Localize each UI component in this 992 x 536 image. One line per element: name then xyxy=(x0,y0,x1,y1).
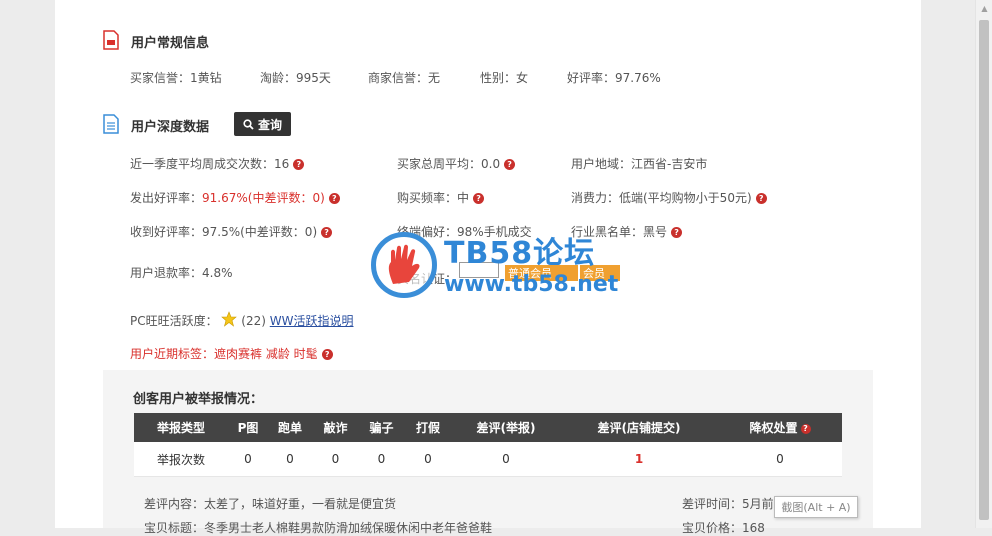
help-icon[interactable]: ? xyxy=(671,227,683,238)
header-cell: 降权处置? xyxy=(718,413,842,442)
help-icon[interactable]: ? xyxy=(293,159,305,170)
ww-activity-link[interactable]: WW活跃指说明 xyxy=(270,314,354,328)
help-icon[interactable]: ? xyxy=(755,193,767,204)
purchase-frequency: 购买频率：中? xyxy=(397,189,485,206)
scroll-up-icon[interactable]: ▲ xyxy=(976,0,992,16)
review-content: 差评内容：太差了，味道好重，一看就是便宜货 xyxy=(144,497,397,511)
table-row: 举报次数 0 0 0 0 0 0 1 0 xyxy=(134,442,842,477)
seller-credit: 商家信誉：无 xyxy=(368,71,441,85)
header-cell: P图 xyxy=(228,413,268,442)
header-cell: 差评(店铺提交) xyxy=(560,413,718,442)
header-cell: 跑单 xyxy=(268,413,312,442)
table-cell: 0 xyxy=(404,442,452,477)
document-blue-icon xyxy=(103,114,119,134)
table-cell: 0 xyxy=(312,442,359,477)
header-cell: 举报类型 xyxy=(134,413,228,442)
help-icon[interactable]: ? xyxy=(328,193,340,204)
query-button[interactable]: 查询 xyxy=(234,112,291,136)
header-cell: 打假 xyxy=(404,413,452,442)
screenshot-tooltip: 截图(Alt + A) xyxy=(774,496,858,518)
buyer-weekly-avg: 买家总周平均：0.0? xyxy=(397,155,516,172)
pc-wangwang-activity: PC旺旺活跃度： (22) WW活跃指说明 xyxy=(130,311,353,329)
report-header-row: 举报类型 P图 跑单 敲诈 骗子 打假 差评(举报) 差评(店铺提交) 降权处置… xyxy=(134,413,842,442)
help-icon[interactable]: ? xyxy=(321,227,333,238)
help-icon[interactable]: ? xyxy=(504,159,516,170)
watermark-title: TB58论坛 xyxy=(444,236,596,271)
refund-rate: 用户退款率：4.8% xyxy=(130,266,233,280)
watermark-url: www.tb58.net xyxy=(444,272,619,297)
report-table: 举报类型 P图 跑单 敲诈 骗子 打假 差评(举报) 差评(店铺提交) 降权处置… xyxy=(134,413,842,477)
user-region: 用户地域：江西省-吉安市 xyxy=(571,157,708,171)
search-icon xyxy=(243,118,254,130)
help-icon[interactable]: ? xyxy=(473,193,485,204)
table-cell: 1 xyxy=(560,442,718,477)
table-cell: 0 xyxy=(228,442,268,477)
scroll-thumb[interactable] xyxy=(979,20,989,520)
header-cell: 差评(举报) xyxy=(452,413,560,442)
table-cell: 0 xyxy=(268,442,312,477)
user-tags: 用户近期标签：遮肉赛裤 减龄 时髦? xyxy=(130,345,333,362)
gender: 性别：女 xyxy=(480,71,529,85)
header-cell: 骗子 xyxy=(359,413,404,442)
help-icon[interactable]: ? xyxy=(321,349,333,360)
hand-icon xyxy=(388,244,420,284)
taobao-age: 淘龄：995天 xyxy=(260,71,331,85)
report-title: 创客用户被举报情况： xyxy=(133,392,264,407)
deep-data-title: 用户深度数据 xyxy=(131,120,210,135)
help-icon[interactable]: ? xyxy=(800,424,811,434)
review-time: 差评时间：5月前 xyxy=(682,497,774,511)
header-cell: 敲诈 xyxy=(312,413,359,442)
buyer-credit: 买家信誉：1黄钻 xyxy=(130,71,222,85)
general-info-title: 用户常规信息 xyxy=(131,36,210,51)
document-red-icon xyxy=(103,30,119,50)
table-cell: 0 xyxy=(718,442,842,477)
star-icon xyxy=(221,311,238,327)
table-cell: 0 xyxy=(359,442,404,477)
table-cell: 举报次数 xyxy=(134,442,228,477)
weekly-trades: 近一季度平均周成交次数：16? xyxy=(130,155,305,172)
spending-power: 消费力：低端(平均购物小于50元)? xyxy=(571,189,767,206)
positive-rate: 好评率：97.76% xyxy=(567,71,661,85)
table-cell: 0 xyxy=(452,442,560,477)
given-positive-rate: 发出好评率：91.67%(中差评数：0)? xyxy=(130,189,340,206)
vertical-scrollbar[interactable]: ▲ xyxy=(975,0,992,528)
received-positive-rate: 收到好评率：97.5%(中差评数：0)? xyxy=(130,223,333,240)
